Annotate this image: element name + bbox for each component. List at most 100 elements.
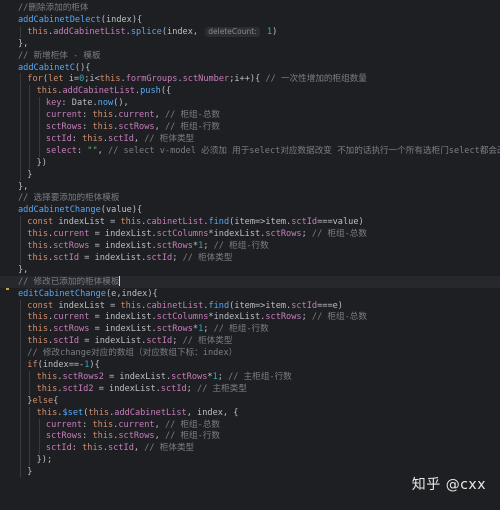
code-line[interactable]: //删除添加的柜体 (0, 2, 500, 14)
code-line[interactable]: for(let i=0;i<this.formGroups.sctNumber;… (0, 73, 500, 86)
code-line[interactable]: addCabinetChange(value){ (0, 204, 500, 216)
code-token: (item=>item. (229, 300, 292, 311)
code-line[interactable]: this.$set(this.addCabinetList, index, { (0, 406, 500, 419)
code-line[interactable]: }); (0, 454, 500, 467)
code-line[interactable]: } (0, 168, 500, 181)
code-token: // 柜组-总数 (164, 110, 221, 121)
code-token: ; (172, 336, 183, 347)
code-line[interactable]: this.current = indexList.sctColumns*inde… (0, 228, 500, 241)
code-line[interactable]: this.sctRows2 = indexList.sctRows*1; // … (0, 370, 500, 383)
code-line[interactable]: }else{ (0, 394, 500, 407)
code-line[interactable]: sctRows: this.sctRows, // 柜组-行数 (0, 430, 500, 443)
code-token: this (99, 74, 121, 85)
code-content: addCabinetDelect(index){ (18, 14, 142, 26)
code-token: ===e) (317, 300, 343, 311)
code-token: , (154, 431, 165, 442)
code-token: sctId (53, 336, 80, 347)
code-token: // 柜体类型 (144, 443, 195, 454)
code-line[interactable]: this.sctId = indexList.sctId; // 柜体类型 (0, 251, 500, 264)
code-line[interactable]: select: "", // select v-model 必须加 用于sele… (0, 144, 500, 157)
code-content: }) (37, 157, 47, 169)
code-token: , (133, 133, 145, 144)
indent-guide (20, 109, 21, 122)
code-token: ; (203, 324, 214, 335)
code-line[interactable]: this.current = indexList.sctColumns*inde… (0, 311, 500, 324)
code-line[interactable]: sctId: this.sctId, // 柜体类型 (0, 442, 500, 455)
indent-guide (20, 359, 21, 371)
code-token: // 柜组-总数 (311, 229, 367, 240)
indent-guide (29, 406, 31, 419)
code-token: (index==- (37, 360, 85, 370)
code-line[interactable]: addCabinetC(){ (0, 62, 500, 74)
code-editor[interactable]: //删除添加的柜体 addCabinetDelect(index){this.ad… (0, 0, 500, 510)
code-line[interactable]: // 修改已添加的柜体模板 (0, 275, 500, 288)
code-line[interactable]: }, (0, 181, 500, 193)
code-content: // 选择要添加的柜体模板 (18, 192, 119, 204)
code-content: this.sctId2 = indexList.sctId; // 主柜类型 (37, 383, 247, 395)
indent-guide (29, 97, 31, 110)
code-token: const (27, 217, 59, 228)
indent-guide (38, 418, 40, 431)
code-token: (e,index){ (105, 288, 158, 299)
code-line[interactable]: // 新增柜体 - 模板 (0, 50, 500, 62)
indent-guide (38, 442, 40, 455)
code-line[interactable]: this.sctId = indexList.sctId; // 柜体类型 (0, 335, 500, 348)
code-token: , (154, 110, 165, 121)
code-line[interactable]: current: this.current, // 柜组-总数 (0, 418, 500, 431)
code-line[interactable]: // 修改change对应的数组（对应数组下标：index） (0, 347, 500, 360)
code-content: // 修改change对应的数组（对应数组下标：index） (27, 347, 237, 359)
code-token: : (71, 133, 83, 144)
indent-guide (29, 156, 31, 169)
code-token: sctId (108, 133, 134, 144)
code-content: } (27, 169, 32, 181)
code-token: sctId (108, 443, 134, 454)
code-line[interactable]: this.addCabinetList.splice(index, delete… (0, 25, 500, 38)
code-line[interactable]: if(index==-1){ (0, 359, 500, 371)
code-token: current (118, 419, 155, 430)
code-token: this (92, 122, 114, 132)
code-line[interactable]: this.sctRows = indexList.sctRows*1; // 柜… (0, 240, 500, 252)
indent-guide (38, 430, 40, 443)
code-line[interactable]: this.sctRows = indexList.sctRows*1; // 柜… (0, 323, 500, 336)
code-token: this (27, 252, 48, 263)
code-token: sctRows2 (62, 371, 104, 382)
code-line[interactable]: editCabinetChange(e,index){ (0, 288, 500, 300)
code-content: this.current = indexList.sctColumns*inde… (27, 228, 367, 240)
code-token: = indexList. (89, 229, 157, 240)
code-token: sctNumber (182, 74, 230, 85)
code-token: sctRows (45, 122, 83, 132)
code-line[interactable]: const indexList = this.cabinetList.find(… (0, 299, 500, 312)
code-line[interactable]: }, (0, 264, 500, 276)
code-line[interactable]: }) (0, 156, 500, 169)
code-line[interactable]: this.addCabinetList.push({ (0, 85, 500, 98)
code-token: ; (186, 383, 198, 394)
code-token: sctRows (156, 241, 193, 251)
code-token: this (92, 110, 114, 121)
code-content: this.addCabinetList.splice(index, delete… (27, 26, 277, 38)
code-line[interactable]: const indexList = this.cabinetList.find(… (0, 216, 500, 229)
code-line[interactable]: key: Date.now(), (0, 97, 500, 110)
code-token: // 新增柜体 - 模板 (18, 50, 101, 61)
code-token: this (92, 431, 114, 442)
code-token: current (53, 229, 90, 240)
code-token: sctRows (118, 122, 155, 132)
code-token: : (82, 419, 93, 430)
indent-guide (20, 132, 21, 145)
indent-guide (20, 442, 21, 455)
code-token: = indexList. (93, 383, 161, 394)
indent-guide (20, 418, 21, 431)
code-content: } (27, 466, 32, 478)
code-line[interactable]: // 选择要添加的柜体模板 (0, 192, 500, 204)
indent-guide (29, 382, 31, 395)
code-content: this.sctId = indexList.sctId; // 柜体类型 (27, 252, 232, 264)
code-line[interactable]: }, (0, 38, 500, 50)
code-line[interactable]: this.sctId2 = indexList.sctId; // 主柜类型 (0, 382, 500, 395)
code-token: ===value) (317, 217, 364, 228)
code-token: if (27, 360, 38, 370)
code-content: key: Date.now(), (46, 97, 129, 109)
code-line[interactable]: sctRows: this.sctRows, // 柜组-行数 (0, 121, 500, 133)
code-token: // select v-model 必须加 用于select对应数据改变 不加的… (108, 145, 500, 156)
code-line[interactable]: sctId: this.sctId, // 柜体类型 (0, 132, 500, 145)
code-line[interactable]: addCabinetDelect(index){ (0, 14, 500, 26)
code-line[interactable]: current: this.current, // 柜组-总数 (0, 109, 500, 122)
